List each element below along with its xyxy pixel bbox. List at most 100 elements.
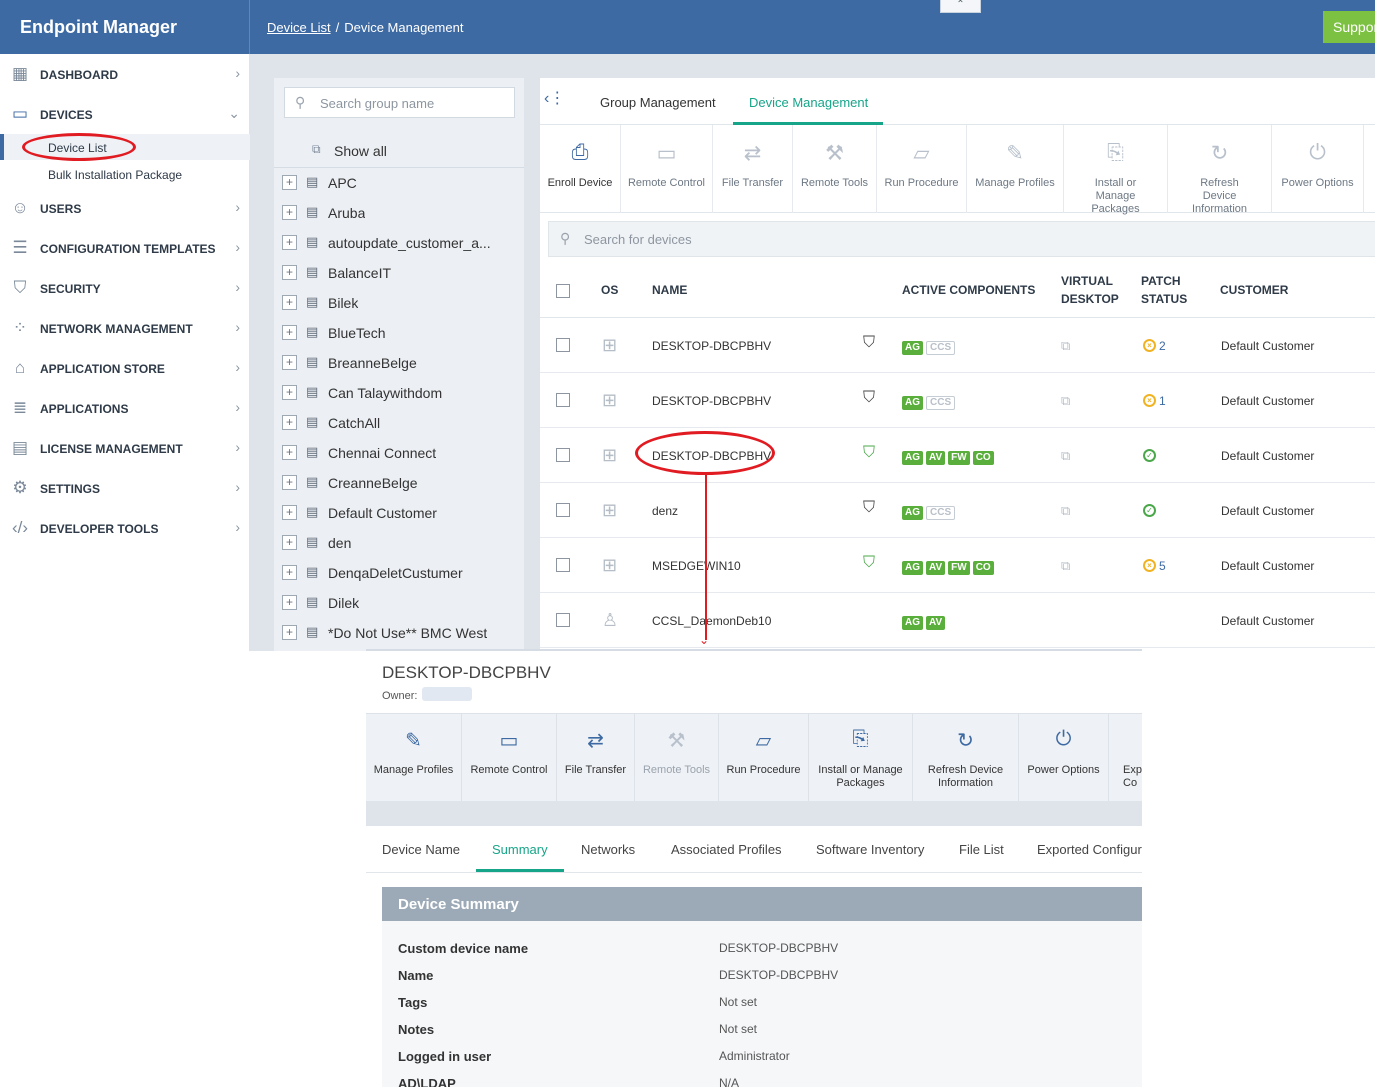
expand-icon[interactable]: + (282, 415, 297, 430)
patch-status[interactable]: × 1 (1143, 393, 1166, 408)
collapse-header-icon[interactable]: ⌃ (940, 0, 981, 13)
run-procedure-button[interactable]: ▱ Run Procedure (719, 714, 809, 802)
sidebar-item-applications[interactable]: ≣ APPLICATIONS › (0, 388, 250, 428)
table-row[interactable]: ⊞ DESKTOP-DBCPBHV ⛉ AG CCS ⧉ × 2 Default C… (540, 318, 1375, 373)
sidebar-item-license-management[interactable]: ▤ LICENSE MANAGEMENT › (0, 428, 250, 468)
select-all-checkbox[interactable] (556, 284, 570, 298)
device-name[interactable]: MSEDGEWIN10 (652, 559, 741, 573)
group-item[interactable]: + ▤ BreanneBelge (274, 348, 524, 378)
expand-icon[interactable]: + (282, 205, 297, 220)
expand-icon[interactable]: + (282, 235, 297, 250)
row-checkbox[interactable] (556, 558, 570, 572)
device-name[interactable]: DESKTOP-DBCPBHV (652, 394, 771, 408)
patch-status[interactable]: × 5 (1143, 558, 1166, 573)
expand-icon[interactable]: + (282, 265, 297, 280)
tab-device-name[interactable]: Device Name (382, 842, 460, 857)
refresh-device-information-button[interactable]: ↻ Refresh Device Information (1168, 125, 1272, 215)
column-name[interactable]: NAME (652, 281, 687, 299)
column-virtual-desktop-line1[interactable]: VIRTUAL (1061, 272, 1113, 290)
expand-icon[interactable]: + (282, 475, 297, 490)
expand-icon[interactable]: + (282, 505, 297, 520)
tab-exported-configurations[interactable]: Exported Configur (1037, 842, 1142, 857)
file-transfer-button[interactable]: ⇄ File Transfer (713, 125, 793, 213)
group-item[interactable]: + ▤ CreanneBelge (274, 468, 524, 498)
show-all-groups[interactable]: ⧉ Show all (274, 132, 524, 168)
group-item[interactable]: + ▤ BlueTech (274, 318, 524, 348)
sidebar-item-configuration-templates[interactable]: ☰ CONFIGURATION TEMPLATES › (0, 228, 250, 268)
install-manage-packages-button[interactable]: ⎘ Install or Manage Packages (809, 714, 913, 802)
sidebar-item-settings[interactable]: ⚙ SETTINGS › (0, 468, 250, 508)
manage-profiles-button[interactable]: ✎ Manage Profiles (967, 125, 1064, 213)
group-item[interactable]: + ▤ Bilek (274, 288, 524, 318)
sidebar-item-dashboard[interactable]: ▦ DASHBOARD › (0, 54, 250, 94)
file-transfer-button[interactable]: ⇄ File Transfer (557, 714, 635, 802)
group-item[interactable]: + ▤ den (274, 528, 524, 558)
row-checkbox[interactable] (556, 338, 570, 352)
table-row[interactable]: ⊞ MSEDGEWIN10 ⛉ AG AV FW CO ⧉ × 5 Default Cu… (540, 538, 1375, 593)
expand-icon[interactable]: + (282, 385, 297, 400)
expand-icon[interactable]: + (282, 445, 297, 460)
expand-icon[interactable]: + (282, 355, 297, 370)
sidebar-item-users[interactable]: ☺ USERS › (0, 188, 250, 228)
tab-networks[interactable]: Networks (581, 842, 635, 857)
sidebar-item-security[interactable]: ⛉ SECURITY › (0, 268, 250, 308)
power-options-button[interactable]: ⏻ Power Options (1272, 125, 1364, 213)
table-row[interactable]: ♙ CCSL_DaemonDeb10 AG AV Default Customer (540, 593, 1375, 648)
group-item[interactable]: + ▤ APC (274, 168, 524, 198)
enroll-device-button[interactable]: ⎙ Enroll Device (540, 125, 621, 213)
group-item[interactable]: + ▤ *Do Not Use** BMC West (274, 618, 524, 648)
column-patch-status-line1[interactable]: PATCH (1141, 272, 1181, 290)
power-options-button[interactable]: ⏻ Power Options (1019, 714, 1109, 802)
column-active-components[interactable]: ACTIVE COMPONENTS (902, 281, 1035, 299)
group-item[interactable]: + ▤ BalanceIT (274, 258, 524, 288)
group-item[interactable]: + ▤ DenqaDeletCustumer (274, 558, 524, 588)
row-checkbox[interactable] (556, 503, 570, 517)
expand-icon[interactable]: + (282, 535, 297, 550)
sidebar-item-application-store[interactable]: ⌂ APPLICATION STORE › (0, 348, 250, 388)
sidebar-item-devices[interactable]: ▭ DEVICES ⌄ (0, 94, 250, 134)
support-button[interactable]: Support (1323, 11, 1375, 43)
device-name[interactable]: DESKTOP-DBCPBHV (652, 339, 771, 353)
run-procedure-button[interactable]: ▱ Run Procedure (877, 125, 967, 213)
tab-group-management[interactable]: Group Management (600, 95, 716, 110)
remote-tools-button[interactable]: ⚒ Remote Tools (635, 714, 719, 802)
tab-file-list[interactable]: File List (959, 842, 1004, 857)
table-row[interactable]: ⊞ denz ⛉ AG CCS ⧉ ✓ Default Customer (540, 483, 1375, 538)
column-virtual-desktop-line2[interactable]: DESKTOP (1061, 290, 1119, 308)
group-item[interactable]: + ▤ Default Customer (274, 498, 524, 528)
group-item[interactable]: + ▤ Dilek (274, 588, 524, 618)
expand-icon[interactable]: + (282, 175, 297, 190)
device-name[interactable]: CCSL_DaemonDeb10 (652, 614, 771, 628)
row-checkbox[interactable] (556, 393, 570, 407)
expand-icon[interactable]: + (282, 295, 297, 310)
tab-associated-profiles[interactable]: Associated Profiles (671, 842, 782, 857)
remote-control-button[interactable]: ▭ Remote Control (621, 125, 713, 213)
tab-software-inventory[interactable]: Software Inventory (816, 842, 924, 857)
group-item[interactable]: + ▤ autoupdate_customer_a... (274, 228, 524, 258)
column-customer[interactable]: CUSTOMER (1220, 281, 1288, 299)
group-item[interactable]: + ▤ Can Talaywithdom (274, 378, 524, 408)
refresh-device-information-button[interactable]: ↻ Refresh Device Information (913, 714, 1019, 802)
sidebar-item-developer-tools[interactable]: ‹/› DEVELOPER TOOLS › (0, 508, 250, 548)
group-item[interactable]: + ▤ CatchAll (274, 408, 524, 438)
tab-device-management[interactable]: Device Management (749, 95, 868, 110)
device-name[interactable]: denz (652, 504, 678, 518)
expand-icon[interactable]: + (282, 565, 297, 580)
sidebar-item-network-management[interactable]: ⁘ NETWORK MANAGEMENT › (0, 308, 250, 348)
expand-icon[interactable]: + (282, 325, 297, 340)
table-row[interactable]: ⊞ DESKTOP-DBCPBHV ⛉ AG CCS ⧉ × 1 Default C… (540, 373, 1375, 428)
patch-status[interactable]: × 2 (1143, 338, 1166, 353)
tab-summary[interactable]: Summary (492, 842, 548, 857)
patch-status[interactable]: ✓ (1143, 448, 1156, 463)
device-search-input[interactable]: ⚲ Search for devices (548, 221, 1375, 257)
row-checkbox[interactable] (556, 448, 570, 462)
column-patch-status-line2[interactable]: STATUS (1141, 290, 1187, 308)
tree-toggle-icon[interactable]: ‹⋮ (544, 88, 565, 108)
group-item[interactable]: + ▤ Chennai Connect (274, 438, 524, 468)
patch-status[interactable]: ✓ (1143, 503, 1156, 518)
install-manage-packages-button[interactable]: ⎘ Install or Manage Packages (1064, 125, 1168, 215)
remote-control-button[interactable]: ▭ Remote Control (462, 714, 557, 802)
expand-icon[interactable]: + (282, 595, 297, 610)
remote-tools-button[interactable]: ⚒ Remote Tools (793, 125, 877, 213)
expand-icon[interactable]: + (282, 625, 297, 640)
